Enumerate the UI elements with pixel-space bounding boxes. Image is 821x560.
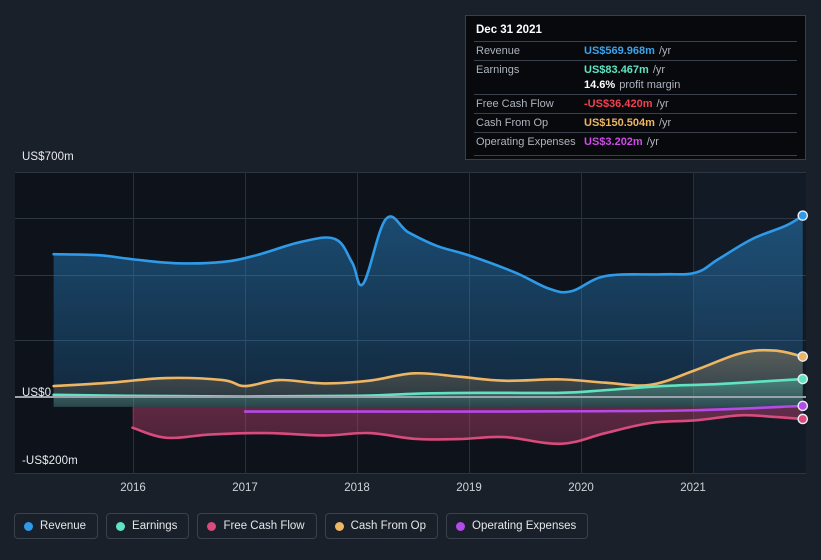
x-axis-label-2021: 2021 [680, 482, 706, 494]
legend-dot-revenue [24, 521, 33, 531]
tooltip-value-revenue: US$569.968m [584, 45, 655, 57]
tooltip-key-earnings: Earnings [476, 64, 520, 76]
legend-dot-cash-from-op [334, 521, 344, 531]
x-axis-label-2019: 2019 [456, 482, 482, 494]
tooltip-value-profit-margin: 14.6% [584, 79, 616, 91]
tooltip-value-operating-expenses: US$3.202m [584, 136, 643, 148]
series-svg [52, 210, 809, 446]
zero-axis-line [15, 396, 806, 398]
tooltip-unit-free-cash-flow: /yr [656, 98, 669, 110]
legend-label-earnings: Earnings [132, 520, 178, 532]
series-endpoint-cash-from-op[interactable] [797, 351, 809, 362]
y-axis-label-2: -US$200m [22, 455, 78, 467]
tooltip-row-cash-from-op: Cash From Op US$150.504m /yr [474, 113, 797, 132]
legend-item-earnings[interactable]: Earnings [106, 513, 190, 539]
legend-label-free-cash-flow: Free Cash Flow [223, 520, 305, 532]
tooltip-key-free-cash-flow: Free Cash Flow [476, 98, 554, 110]
tooltip-key-operating-expenses: Operating Expenses [476, 136, 576, 148]
chart-plot-area[interactable] [15, 172, 809, 474]
tooltip-date: Dec 31 2021 [476, 24, 542, 36]
tooltip-row-profit-margin: 14.6% profit margin [474, 79, 797, 94]
legend-label-operating-expenses: Operating Expenses [472, 520, 577, 532]
legend-dot-earnings [116, 521, 126, 531]
x-axis-label-2016: 2016 [120, 482, 146, 494]
tooltip-value-free-cash-flow: -US$36.420m [584, 98, 653, 110]
tooltip-unit-operating-expenses: /yr [646, 136, 659, 148]
tooltip-row-revenue: Revenue US$569.968m /yr [474, 41, 797, 60]
tooltip-value-earnings: US$83.467m [584, 64, 649, 76]
series-endpoint-operating-expenses[interactable] [797, 400, 809, 412]
series-endpoint-earnings[interactable] [797, 373, 809, 385]
legend-dot-operating-expenses [456, 521, 466, 531]
tooltip-key-cash-from-op: Cash From Op [476, 117, 549, 129]
series-endpoint-free-cash-flow[interactable] [797, 413, 809, 425]
x-axis-label-2017: 2017 [232, 482, 258, 494]
legend-item-operating-expenses[interactable]: Operating Expenses [446, 513, 589, 539]
y-axis-label-1: US$0 [22, 387, 52, 399]
tooltip-unit-cash-from-op: /yr [658, 117, 672, 129]
chart-legend: Revenue Earnings Free Cash Flow Cash Fro… [14, 513, 589, 539]
y-axis-label-0: US$700m [22, 151, 74, 163]
legend-item-revenue[interactable]: Revenue [14, 513, 99, 539]
legend-item-free-cash-flow[interactable]: Free Cash Flow [197, 513, 317, 539]
legend-item-cash-from-op[interactable]: Cash From Op [324, 513, 439, 539]
tooltip-row-earnings: Earnings US$83.467m /yr [474, 60, 797, 79]
series-endpoint-revenue[interactable] [797, 210, 809, 221]
tooltip-value-cash-from-op: US$150.504m [584, 117, 655, 129]
series-areas-and-lines [52, 210, 809, 446]
legend-dot-free-cash-flow [207, 521, 217, 531]
tooltip-unit-revenue: /yr [658, 45, 672, 57]
tooltip-row-free-cash-flow: Free Cash Flow -US$36.420m /yr [474, 94, 797, 113]
chart-tooltip: Dec 31 2021 Revenue US$569.968m /yr Earn… [465, 15, 806, 160]
legend-label-revenue: Revenue [40, 520, 87, 532]
tooltip-bottom-divider [474, 155, 797, 157]
tooltip-unit-earnings: /yr [652, 64, 666, 76]
financial-chart-page: US$700m US$0 -US$200m 2016 2017 2018 201… [0, 0, 821, 560]
tooltip-row-operating-expenses: Operating Expenses US$3.202m /yr [474, 132, 797, 151]
legend-label-cash-from-op: Cash From Op [350, 520, 427, 532]
tooltip-key-revenue: Revenue [476, 45, 521, 57]
tooltip-unit-profit-margin: profit margin [619, 79, 681, 91]
x-axis-label-2018: 2018 [344, 482, 370, 494]
x-axis-label-2020: 2020 [568, 482, 594, 494]
